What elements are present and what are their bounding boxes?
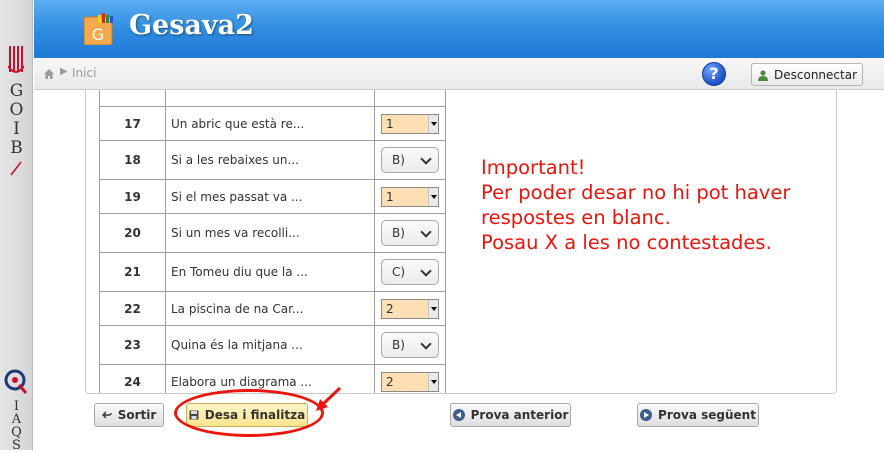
- answer-value: B): [392, 338, 405, 352]
- iaqs-logo-icon: [4, 369, 28, 394]
- table-row: 21 En Tomeu diu que la ... C): [99, 252, 446, 292]
- question-text: Si el mes passat va ...: [165, 179, 375, 214]
- goib-wordmark: G O I B: [0, 82, 33, 158]
- table-row: 17 Un abric que està re... 1: [99, 106, 446, 141]
- previous-label: Prova anterior: [470, 408, 569, 422]
- table-row: 22 La piscina de na Car... 2: [99, 291, 446, 326]
- dropdown-arrow-icon: [428, 114, 438, 133]
- table-row: 24 Elabora un diagrama ... 2: [99, 364, 446, 393]
- question-number: 18: [99, 140, 166, 180]
- breadcrumb-bar: ▶ Inici ? Desconnectar: [34, 58, 884, 90]
- notice-line: Posau X a les no contestades.: [481, 231, 772, 254]
- exit-label: Sortir: [117, 408, 157, 422]
- iaqs-wordmark: I A Q S: [0, 400, 33, 452]
- app-logo-icon: G: [84, 13, 113, 45]
- next-test-button[interactable]: Prova següent: [637, 403, 759, 427]
- notice-line: Per poder desar no hi pot haver: [481, 181, 791, 204]
- answer-select[interactable]: B): [381, 147, 439, 173]
- back-arrow-icon: [101, 411, 112, 419]
- answer-select[interactable]: 1: [381, 186, 439, 207]
- goib-shield-icon: [8, 46, 24, 73]
- answer-select[interactable]: B): [381, 220, 439, 246]
- home-icon[interactable]: [43, 68, 55, 80]
- save-and-finish-button[interactable]: Desa i finalitza: [186, 403, 308, 427]
- circle-arrow-left-icon: [452, 409, 465, 421]
- answer-value: C): [392, 265, 406, 279]
- question-number: 19: [99, 179, 166, 214]
- question-text: La piscina de na Car...: [165, 291, 375, 326]
- previous-test-button[interactable]: Prova anterior: [450, 403, 571, 427]
- question-text: Si a les rebaixes un...: [165, 140, 375, 180]
- dropdown-arrow-icon: [428, 187, 438, 206]
- question-number: 23: [99, 325, 166, 365]
- left-brand-rail: G O I B I A Q S: [0, 0, 33, 452]
- goib-letter: I: [13, 119, 20, 139]
- answer-value: B): [392, 153, 405, 167]
- notice-line: respostes en blanc.: [481, 206, 671, 229]
- table-row: 19 Si el mes passat va ... 1: [99, 179, 446, 214]
- dropdown-arrow-icon: [428, 299, 438, 318]
- logout-label: Desconnectar: [774, 67, 857, 82]
- chevron-down-icon: [420, 153, 432, 165]
- next-label: Prova següent: [658, 408, 756, 422]
- answer-value: B): [392, 226, 405, 240]
- answer-select[interactable]: 2: [381, 298, 439, 319]
- circle-arrow-right-icon: [640, 409, 653, 421]
- question-text: Elabora un diagrama ...: [165, 364, 375, 393]
- answer-select[interactable]: 1: [381, 113, 439, 134]
- breadcrumb-separator-icon: ▶: [60, 66, 68, 77]
- table-row: 23 Quina és la mitjana ... B): [99, 325, 446, 365]
- chevron-down-icon: [420, 265, 432, 277]
- question-text: Quina és la mitjana ...: [165, 325, 375, 365]
- help-icon[interactable]: ?: [702, 62, 726, 86]
- logout-button[interactable]: Desconnectar: [751, 63, 863, 86]
- answer-value: 1: [386, 116, 394, 131]
- question-number: 17: [99, 106, 166, 141]
- answer-select[interactable]: C): [381, 259, 439, 285]
- chevron-down-icon: [420, 226, 432, 238]
- question-number: 22: [99, 291, 166, 326]
- goib-slash-icon: [10, 161, 22, 176]
- floppy-disk-icon: [189, 410, 199, 420]
- question-number: 24: [99, 364, 166, 393]
- table-row: [99, 90, 446, 107]
- answer-value: 2: [386, 301, 394, 316]
- goib-letter: B: [10, 138, 23, 158]
- breadcrumb-current[interactable]: Inici: [72, 66, 96, 80]
- question-number: 20: [99, 213, 166, 253]
- answer-select[interactable]: B): [381, 332, 439, 358]
- chevron-down-icon: [420, 338, 432, 350]
- svg-text:G: G: [92, 25, 104, 44]
- question-number: 21: [99, 252, 166, 292]
- question-text: Un abric que està re...: [165, 106, 375, 141]
- questions-table: 17 Un abric que està re... 1 18 Si a les…: [99, 90, 446, 393]
- dropdown-arrow-icon: [428, 372, 438, 391]
- blank-answers-notice: Important! Per poder desar no hi pot have…: [481, 155, 790, 255]
- goib-letter: G: [9, 81, 24, 101]
- goib-letter: O: [9, 100, 24, 120]
- table-row: 18 Si a les rebaixes un... B): [99, 140, 446, 180]
- save-label: Desa i finalitza: [204, 408, 306, 422]
- app-title: Gesava2: [129, 10, 254, 41]
- answer-select[interactable]: 2: [381, 371, 439, 392]
- table-row: 20 Si un mes va recolli... B): [99, 213, 446, 253]
- exit-button[interactable]: Sortir: [94, 403, 164, 427]
- app-header: G Gesava2: [34, 0, 884, 58]
- notice-line: Important!: [481, 156, 586, 179]
- iaqs-letter: S: [12, 438, 21, 453]
- answer-value: 2: [386, 374, 394, 389]
- user-icon: [758, 69, 768, 81]
- answer-value: 1: [386, 189, 394, 204]
- question-text: En Tomeu diu que la ...: [165, 252, 375, 292]
- question-text: Si un mes va recolli...: [165, 213, 375, 253]
